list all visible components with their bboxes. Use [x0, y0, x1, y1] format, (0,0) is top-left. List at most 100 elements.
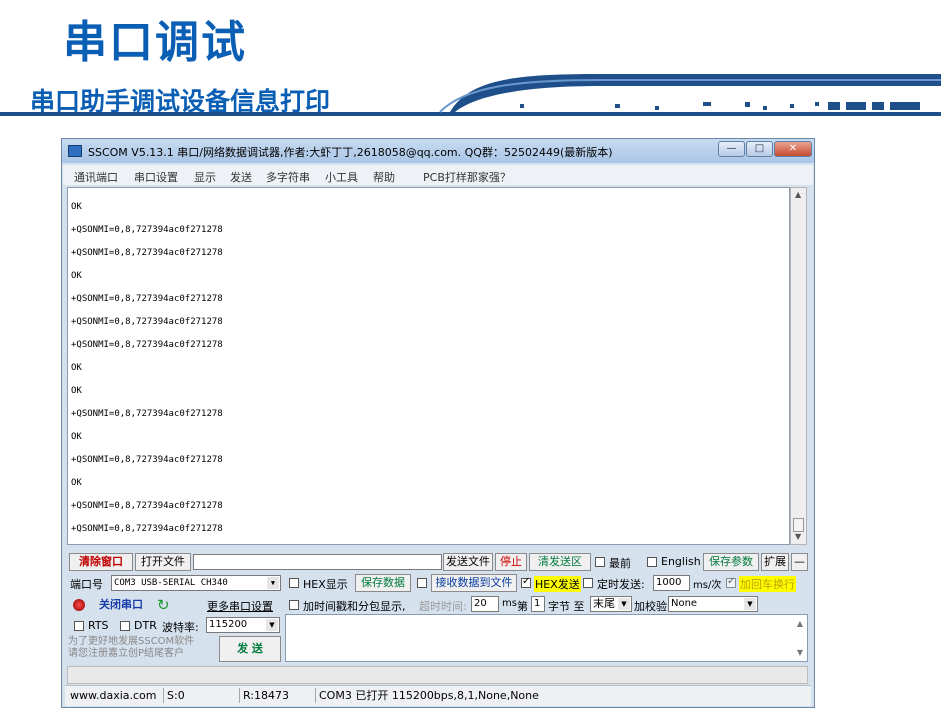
output-line: +QSONMI=0,8,727394ac0f271278 [71, 409, 223, 419]
menu-tools[interactable]: 小工具 [325, 169, 358, 185]
promo-line-1: 为了更好地发展SSCOM软件 [68, 636, 195, 647]
english-checkbox[interactable] [647, 557, 657, 567]
timed-send-checkbox[interactable] [583, 578, 593, 588]
scroll-down-icon[interactable]: ▼ [797, 648, 803, 657]
status-website[interactable]: www.daxia.com [67, 688, 157, 703]
hex-display-checkbox[interactable] [289, 578, 299, 588]
timestamp-checkbox[interactable] [289, 600, 299, 610]
output-line: +QSONMI=0,8,727394ac0f271278 [71, 455, 223, 465]
english-label: English [661, 555, 701, 568]
output-line: +QSONMI=0,8,727394ac0f271278 [71, 524, 223, 534]
port-status-icon [73, 599, 85, 611]
chevron-down-icon[interactable]: ▼ [267, 577, 279, 589]
dtr-checkbox[interactable] [120, 621, 130, 631]
scroll-up-icon[interactable]: ▲ [797, 619, 803, 628]
interval-unit: ms/次 [693, 580, 722, 591]
dtr-label: DTR [134, 619, 157, 632]
file-path-input[interactable] [193, 554, 442, 570]
menu-comm-port[interactable]: 通讯端口 [74, 169, 118, 185]
send-file-button[interactable]: 发送文件 [443, 553, 493, 571]
scroll-down-icon[interactable]: ▼ [795, 532, 801, 541]
timed-send-label: 定时发送: [597, 578, 645, 591]
close-button[interactable]: ✕ [774, 141, 812, 157]
hex-send-label: HEX发送 [534, 576, 581, 592]
collapse-button[interactable]: — [791, 553, 808, 571]
more-settings-link[interactable]: 更多串口设置 [207, 598, 273, 614]
rts-checkbox[interactable] [74, 621, 84, 631]
output-line: +QSONMI=0,8,727394ac0f271278 [71, 248, 223, 258]
promo-line-2: 请您注册嘉立创P结尾客户 [68, 648, 185, 659]
send-input[interactable]: ▲ ▼ [285, 614, 808, 662]
open-file-button[interactable]: 打开文件 [135, 553, 191, 571]
output-line: OK [71, 202, 82, 212]
topmost-label: 最前 [609, 557, 631, 570]
expand-button[interactable]: 扩展 [761, 553, 789, 571]
output-line: +QSONMI=0,8,727394ac0f271278 [71, 501, 223, 511]
output-line: +QSONMI=0,8,727394ac0f271278 [71, 317, 223, 327]
chevron-down-icon[interactable]: ▼ [266, 619, 278, 631]
hex-display-label: HEX显示 [303, 578, 348, 591]
nth-input[interactable]: 1 [531, 596, 545, 612]
save-data-button[interactable]: 保存数据 [355, 574, 411, 592]
port-label: 端口号 [70, 578, 103, 591]
scroll-thumb[interactable] [793, 518, 804, 532]
end-select[interactable]: 末尾 ▼ [590, 596, 632, 612]
interval-input[interactable]: 1000 [653, 575, 690, 591]
promo-text[interactable]: 为了更好地发展SSCOM软件 请您注册嘉立创P结尾客户 [68, 636, 208, 660]
menu-pcb[interactable]: PCB打样那家强？ [423, 169, 511, 185]
menu-send[interactable]: 发送 [230, 169, 252, 185]
recv-to-file-checkbox[interactable] [417, 578, 427, 588]
timeout-input[interactable]: 20 [471, 596, 499, 612]
baud-label: 波特率: [162, 621, 199, 634]
output-line: OK [71, 432, 82, 442]
timestamp-label: 加时间戳和分包显示, [303, 600, 406, 613]
refresh-icon[interactable]: ↻ [157, 596, 170, 614]
output-line: +QSONMI=0,8,727394ac0f271278 [71, 225, 223, 235]
send-button[interactable]: 发 送 [219, 636, 281, 662]
menu-help[interactable]: 帮助 [373, 169, 395, 185]
baud-select[interactable]: 115200 ▼ [206, 617, 280, 633]
output-scrollbar[interactable]: ▲ ▼ [790, 187, 807, 545]
topmost-checkbox[interactable] [595, 557, 605, 567]
add-crlf-checkbox[interactable] [726, 576, 736, 588]
minimize-button[interactable]: — [718, 141, 745, 157]
save-params-button[interactable]: 保存参数 [703, 553, 759, 571]
status-bar: www.daxia.com S:0 R:18473 COM3 已打开 11520… [65, 685, 811, 706]
menu-multi-string[interactable]: 多字符串 [266, 169, 310, 185]
menu-display[interactable]: 显示 [194, 169, 216, 185]
checksum-label: 加校验 [634, 600, 667, 613]
end-value: 末尾 [593, 597, 615, 610]
timeout-label: 超时时间: [419, 600, 467, 613]
chevron-down-icon[interactable]: ▼ [744, 598, 756, 610]
menu-serial-settings[interactable]: 串口设置 [134, 169, 178, 185]
hex-send-checkbox[interactable] [521, 576, 531, 588]
output-line: OK [71, 386, 82, 396]
slide-title: 串口调试 [63, 17, 247, 68]
output-line: +QSONMI=0,8,727394ac0f271278 [71, 340, 223, 350]
app-icon [68, 145, 82, 157]
title-bar[interactable]: SSCOM V5.13.1 串口/网络数据调试器,作者:大虾丁丁,2618058… [62, 139, 814, 163]
byte-to-label: 字节 至 [548, 600, 585, 613]
timeout-unit: ms [502, 598, 517, 609]
stop-button[interactable]: 停止 [495, 553, 527, 571]
output-line: OK [71, 363, 82, 373]
nth-label: 第 [517, 600, 528, 613]
baud-value: 115200 [209, 619, 248, 630]
receive-output[interactable]: OK +QSONMI=0,8,727394ac0f271278 +QSONMI=… [67, 187, 790, 545]
checksum-value: None [671, 598, 698, 609]
checksum-select[interactable]: None ▼ [668, 596, 758, 612]
horizontal-scrollbar[interactable] [67, 666, 808, 684]
port-value: COM3 USB-SERIAL CH340 [114, 578, 228, 588]
menu-bar: 通讯端口 串口设置 显示 发送 多字符串 小工具 帮助 PCB打样那家强？ [63, 165, 813, 185]
rts-label: RTS [88, 619, 109, 632]
maximize-button[interactable]: □ [746, 141, 773, 157]
port-select[interactable]: COM3 USB-SERIAL CH340 ▼ [111, 575, 281, 591]
clear-window-button[interactable]: 清除窗口 [69, 553, 133, 571]
status-sent: S:0 [163, 688, 185, 703]
recv-to-file-button[interactable]: 接收数据到文件 [431, 574, 517, 592]
output-line: +QSONMI=0,8,727394ac0f271278 [71, 294, 223, 304]
chevron-down-icon[interactable]: ▼ [618, 598, 630, 610]
close-port-button[interactable]: 关闭串口 [90, 596, 152, 614]
scroll-up-icon[interactable]: ▲ [795, 190, 801, 199]
clear-send-button[interactable]: 清发送区 [529, 553, 591, 571]
